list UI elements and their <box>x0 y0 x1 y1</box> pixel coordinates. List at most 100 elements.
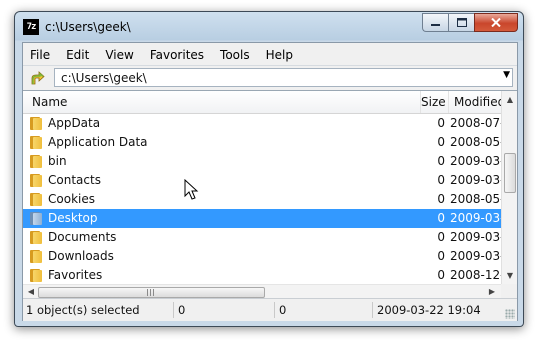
file-row[interactable]: bin 0 2009-03-22 0 <box>23 152 501 171</box>
file-size: 0 <box>437 230 445 244</box>
file-name: Downloads <box>48 249 114 263</box>
horizontal-scroll-thumb[interactable] <box>38 287 265 298</box>
menu-help[interactable]: Help <box>258 45 301 65</box>
scroll-right-icon[interactable]: ▶ <box>485 285 499 298</box>
file-name: Favorites <box>48 268 103 282</box>
file-name: Desktop <box>48 211 98 225</box>
window-title: c:\Users\geek\ <box>45 20 131 34</box>
scrollbar-corner <box>501 284 517 298</box>
menu-bar: File Edit View Favorites Tools Help <box>23 45 301 65</box>
column-header: Name Size Modified <box>23 91 501 114</box>
7zip-app-icon[interactable]: 7z <box>23 19 39 35</box>
menu-file[interactable]: File <box>23 45 58 65</box>
desktop-folder-icon <box>29 211 43 225</box>
file-size: 0 <box>437 192 445 206</box>
file-modified: 2009-03-22 0 <box>450 249 501 263</box>
folder-front-shape <box>33 194 42 206</box>
file-modified: 2008-05-23 0 <box>450 192 501 206</box>
folder-front-shape <box>33 175 42 187</box>
scroll-grip-icon <box>147 289 155 296</box>
maximize-button[interactable] <box>448 13 474 32</box>
file-modified: 2008-07-08 0 <box>450 116 501 130</box>
folder-icon <box>29 230 43 244</box>
address-input[interactable]: c:\Users\geek\ <box>61 71 147 85</box>
folder-front-shape <box>33 251 42 263</box>
file-row[interactable]: Contacts 0 2009-03-22 0 <box>23 171 501 190</box>
file-modified: 2009-03-22 1 <box>450 211 501 225</box>
menu-tools[interactable]: Tools <box>212 45 258 65</box>
folder-front-shape <box>33 232 42 244</box>
status-packed-size: 0 <box>275 302 373 318</box>
status-selected-count: 1 object(s) selected <box>23 302 174 318</box>
file-modified: 2009-03-22 0 <box>450 230 501 244</box>
file-list[interactable]: Name Size Modified AppData02008-07-08 0A… <box>23 90 517 298</box>
client-area: File Edit View Favorites Tools Help c:\U… <box>22 42 518 321</box>
scroll-down-icon[interactable]: ▼ <box>502 268 517 284</box>
vertical-scrollbar[interactable]: ▲ ▼ <box>501 91 517 284</box>
folder-front-shape <box>33 270 42 282</box>
horizontal-scrollbar[interactable]: ◀ ▶ <box>23 284 501 298</box>
folder-icon <box>29 154 43 168</box>
file-row[interactable]: Favorites 0 2008-12-17 2 <box>23 266 501 284</box>
file-modified: 2008-05-23 0 <box>450 135 501 149</box>
file-row[interactable]: AppData 0 2008-07-08 0 <box>23 114 501 133</box>
file-size: 0 <box>437 268 445 282</box>
folder-front-shape <box>33 156 42 168</box>
file-size: 0 <box>437 116 445 130</box>
close-button[interactable] <box>474 13 518 32</box>
file-modified: 2008-12-17 2 <box>450 268 501 282</box>
folder-icon <box>29 192 43 206</box>
file-row[interactable]: Cookies 0 2008-05-23 0 <box>23 190 501 209</box>
file-size: 0 <box>437 249 445 263</box>
menu-view[interactable]: View <box>97 45 141 65</box>
file-row[interactable]: Application Data 0 2008-05-23 0 <box>23 133 501 152</box>
folder-front-shape <box>33 213 42 225</box>
status-size: 0 <box>174 302 275 318</box>
app-window: 7z c:\Users\geek\ File Edit View Favorit… <box>14 11 524 327</box>
file-name: Contacts <box>48 173 101 187</box>
file-size: 0 <box>437 211 445 225</box>
window-controls <box>422 13 518 32</box>
scroll-left-icon[interactable]: ◀ <box>24 285 38 298</box>
column-size-header[interactable]: Size <box>421 91 449 113</box>
folder-icon <box>29 249 43 263</box>
column-modified-header[interactable]: Modified <box>449 91 501 113</box>
status-bar: 1 object(s) selected 0 0 2009-03-22 19:0… <box>23 298 517 321</box>
up-folder-button[interactable] <box>29 69 47 87</box>
menu-edit[interactable]: Edit <box>58 45 97 65</box>
file-name: AppData <box>48 116 101 130</box>
file-modified: 2009-03-22 0 <box>450 154 501 168</box>
file-rows: AppData 0 2008-07-08 0 Application Data 0 200… <box>23 114 501 284</box>
file-row[interactable]: Documents 0 2009-03-22 0 <box>23 228 501 247</box>
mouse-cursor-icon <box>184 179 199 200</box>
column-name-header[interactable]: Name <box>23 91 421 113</box>
scroll-up-icon[interactable]: ▲ <box>502 92 517 108</box>
folder-icon <box>29 135 43 149</box>
address-combobox[interactable]: c:\Users\geek\ ▼ <box>54 68 513 87</box>
menu-favorites[interactable]: Favorites <box>142 45 212 65</box>
file-size: 0 <box>437 173 445 187</box>
folder-icon <box>29 173 43 187</box>
folder-front-shape <box>33 118 42 130</box>
close-icon <box>491 18 501 27</box>
file-name: Cookies <box>48 192 95 206</box>
folder-icon <box>29 268 43 282</box>
status-modified: 2009-03-22 19:04 <box>377 303 481 317</box>
folder-front-shape <box>33 137 42 149</box>
file-row[interactable]: Downloads 0 2009-03-22 0 <box>23 247 501 266</box>
up-arrow-icon <box>31 71 45 85</box>
vertical-scroll-thumb[interactable] <box>504 153 516 193</box>
resize-grip-icon[interactable] <box>505 309 515 319</box>
file-size: 0 <box>437 154 445 168</box>
title-bar[interactable]: 7z c:\Users\geek\ <box>15 12 523 42</box>
chevron-down-icon[interactable]: ▼ <box>503 70 510 80</box>
file-modified: 2009-03-22 0 <box>450 173 501 187</box>
file-size: 0 <box>437 135 445 149</box>
address-bar: c:\Users\geek\ ▼ <box>23 65 517 90</box>
maximize-icon <box>456 18 467 27</box>
minimize-button[interactable] <box>422 13 448 32</box>
folder-icon <box>29 116 43 130</box>
file-name: Application Data <box>48 135 148 149</box>
file-row[interactable]: Desktop 0 2009-03-22 1 <box>23 209 501 228</box>
minimize-icon <box>431 24 440 26</box>
